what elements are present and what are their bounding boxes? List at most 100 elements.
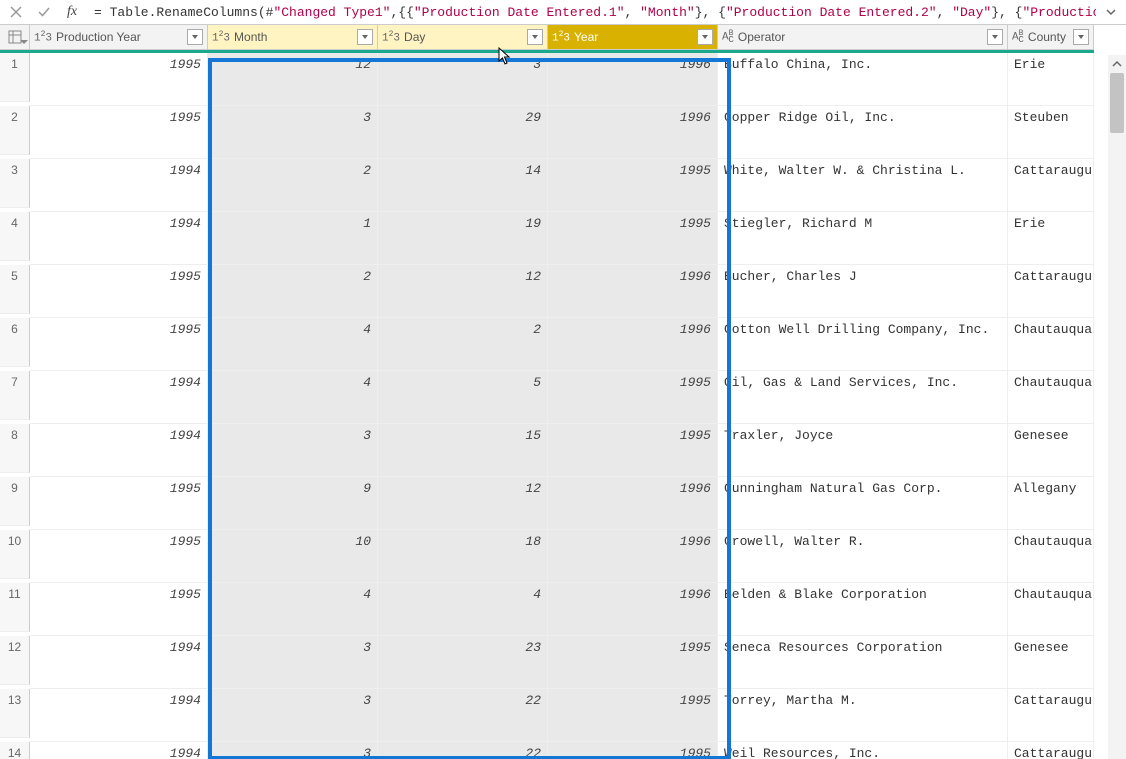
formula-confirm-button[interactable] — [32, 0, 56, 24]
vscroll-track[interactable] — [1108, 73, 1126, 759]
cell[interactable]: 1995 — [30, 318, 208, 371]
column-header-production-year[interactable]: 123Production Year — [30, 25, 208, 50]
row-number[interactable]: 6 — [0, 318, 30, 367]
column-filter-button[interactable] — [987, 29, 1003, 45]
row-number[interactable]: 13 — [0, 689, 30, 738]
cell[interactable]: Cattaraugu — [1008, 265, 1094, 318]
cell[interactable]: 4 — [378, 583, 548, 636]
row-number[interactable]: 12 — [0, 636, 30, 685]
cell[interactable]: 10 — [208, 530, 378, 583]
cell[interactable]: Bucher, Charles J — [718, 265, 1008, 318]
cell[interactable]: 12 — [378, 265, 548, 318]
row-number[interactable]: 2 — [0, 106, 30, 155]
row-number[interactable]: 14 — [0, 742, 30, 759]
row-number[interactable]: 8 — [0, 424, 30, 473]
cell[interactable]: 1994 — [30, 371, 208, 424]
cell[interactable]: 1996 — [548, 106, 718, 159]
cell[interactable]: 9 — [208, 477, 378, 530]
cell[interactable]: 2 — [208, 265, 378, 318]
cell[interactable]: 2 — [378, 318, 548, 371]
cell[interactable]: 1995 — [30, 53, 208, 106]
column-header-day[interactable]: 123Day — [378, 25, 548, 50]
row-number[interactable]: 11 — [0, 583, 30, 632]
cell[interactable]: Seneca Resources Corporation — [718, 636, 1008, 689]
cell[interactable]: 4 — [208, 318, 378, 371]
cell[interactable]: Stiegler, Richard M — [718, 212, 1008, 265]
column-filter-button[interactable] — [187, 29, 203, 45]
cell[interactable]: 1995 — [548, 742, 718, 759]
cell[interactable]: Allegany — [1008, 477, 1094, 530]
cell[interactable]: 1994 — [30, 212, 208, 265]
cell[interactable]: Genesee — [1008, 636, 1094, 689]
cell[interactable]: Cunningham Natural Gas Corp. — [718, 477, 1008, 530]
cell[interactable]: Buffalo China, Inc. — [718, 53, 1008, 106]
cell[interactable]: 15 — [378, 424, 548, 477]
cell[interactable]: Traxler, Joyce — [718, 424, 1008, 477]
cell[interactable]: 1995 — [548, 636, 718, 689]
column-header-year[interactable]: 123Year — [548, 25, 718, 50]
cell[interactable]: Cattaraugu — [1008, 742, 1094, 759]
cell[interactable]: 23 — [378, 636, 548, 689]
cell[interactable]: 18 — [378, 530, 548, 583]
cell[interactable]: 1996 — [548, 477, 718, 530]
cell[interactable]: Chautauqua — [1008, 318, 1094, 371]
cell[interactable]: Erie — [1008, 212, 1094, 265]
row-number[interactable]: 5 — [0, 265, 30, 314]
cell[interactable]: 5 — [378, 371, 548, 424]
column-header-month[interactable]: 123Month — [208, 25, 378, 50]
cell[interactable]: 1995 — [548, 159, 718, 212]
cell[interactable]: 1994 — [30, 689, 208, 742]
vscroll-thumb[interactable] — [1110, 73, 1124, 133]
cell[interactable]: 4 — [208, 583, 378, 636]
cell[interactable]: 1996 — [548, 265, 718, 318]
cell[interactable]: Crowell, Walter R. — [718, 530, 1008, 583]
row-number[interactable]: 3 — [0, 159, 30, 208]
cell[interactable]: Weil Resources, Inc. — [718, 742, 1008, 759]
cell[interactable]: Copper Ridge Oil, Inc. — [718, 106, 1008, 159]
cell[interactable]: White, Walter W. & Christina L. — [718, 159, 1008, 212]
column-filter-button[interactable] — [527, 29, 543, 45]
cell[interactable]: 3 — [208, 424, 378, 477]
cell[interactable]: 1995 — [548, 212, 718, 265]
cell[interactable]: Genesee — [1008, 424, 1094, 477]
row-number[interactable]: 9 — [0, 477, 30, 526]
cell[interactable]: Steuben — [1008, 106, 1094, 159]
cell[interactable]: 1996 — [548, 530, 718, 583]
formula-input[interactable]: = Table.RenameColumns(#"Changed Type1",{… — [88, 5, 1096, 20]
cell[interactable]: 3 — [208, 106, 378, 159]
cell[interactable]: 3 — [378, 53, 548, 106]
vertical-scrollbar[interactable] — [1108, 55, 1126, 759]
cell[interactable]: 1996 — [548, 318, 718, 371]
cell[interactable]: Chautauqua — [1008, 583, 1094, 636]
cell[interactable]: 1995 — [30, 477, 208, 530]
cell[interactable]: 1996 — [548, 583, 718, 636]
row-number[interactable]: 10 — [0, 530, 30, 579]
cell[interactable]: 1995 — [30, 583, 208, 636]
cell[interactable]: 4 — [208, 371, 378, 424]
cell[interactable]: 1994 — [30, 424, 208, 477]
cell[interactable]: 19 — [378, 212, 548, 265]
cell[interactable]: 1995 — [548, 424, 718, 477]
row-number[interactable]: 7 — [0, 371, 30, 420]
cell[interactable]: 1996 — [548, 53, 718, 106]
cell[interactable]: 3 — [208, 636, 378, 689]
column-filter-button[interactable] — [1073, 29, 1089, 45]
cell[interactable]: 1995 — [30, 530, 208, 583]
formula-cancel-button[interactable] — [4, 0, 28, 24]
cell[interactable]: Cattaraugu — [1008, 159, 1094, 212]
cell[interactable]: 3 — [208, 742, 378, 759]
cell[interactable]: Erie — [1008, 53, 1094, 106]
cell[interactable]: 3 — [208, 689, 378, 742]
row-number[interactable]: 1 — [0, 53, 30, 102]
cell[interactable]: Belden & Blake Corporation — [718, 583, 1008, 636]
cell[interactable]: 2 — [208, 159, 378, 212]
column-header-operator[interactable]: ABCOperator — [718, 25, 1008, 50]
cell[interactable]: Chautauqua — [1008, 530, 1094, 583]
cell[interactable]: Oil, Gas & Land Services, Inc. — [718, 371, 1008, 424]
cell[interactable]: Cattaraugu — [1008, 689, 1094, 742]
cell[interactable]: 1994 — [30, 159, 208, 212]
row-number[interactable]: 4 — [0, 212, 30, 261]
column-filter-button[interactable] — [697, 29, 713, 45]
cell[interactable]: 1 — [208, 212, 378, 265]
cell[interactable]: Chautauqua — [1008, 371, 1094, 424]
